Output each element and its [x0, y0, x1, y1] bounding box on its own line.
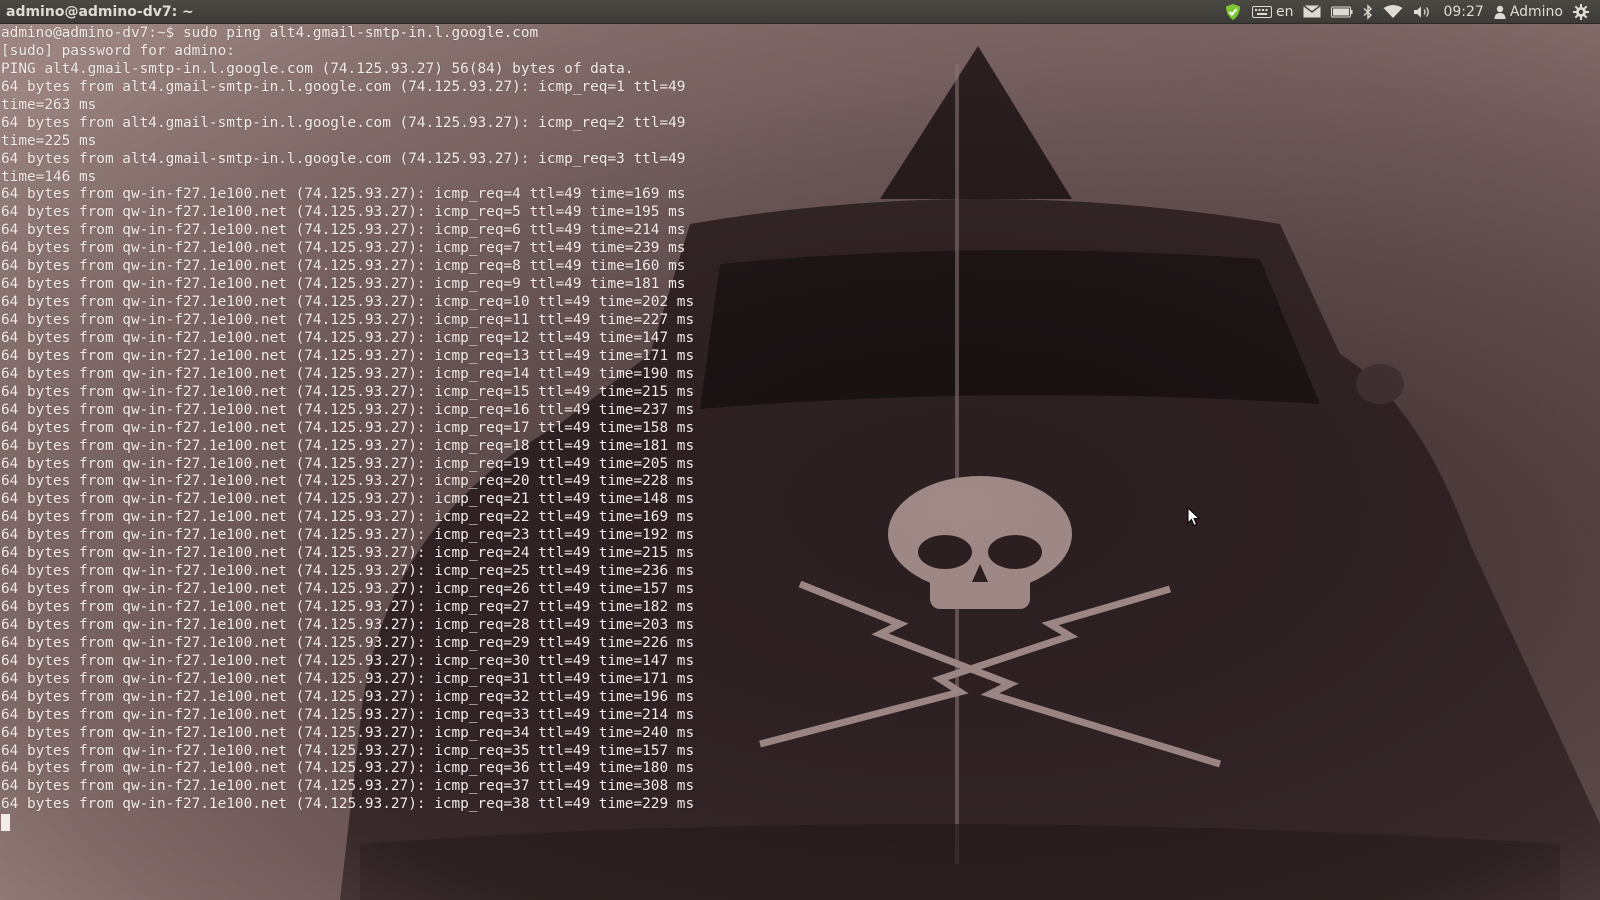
text-cursor	[1, 814, 10, 832]
update-indicator[interactable]	[1219, 0, 1247, 24]
terminal-output-line: 64 bytes from qw-in-f27.1e100.net (74.12…	[1, 616, 695, 633]
user-icon	[1494, 5, 1506, 19]
terminal-output-line: 64 bytes from qw-in-f27.1e100.net (74.12…	[1, 527, 695, 544]
terminal-output-line: 64 bytes from alt4.gmail-smtp-in.l.googl…	[1, 78, 686, 95]
terminal-command-line: admino@admino-dv7:~$ sudo ping alt4.gmai…	[1, 25, 539, 41]
desktop: admino@admino-dv7: ~ en 09:27 Admino adm…	[0, 0, 1600, 900]
terminal-output-line: 64 bytes from qw-in-f27.1e100.net (74.12…	[1, 473, 695, 490]
clock-indicator[interactable]: 09:27	[1438, 0, 1488, 24]
messaging-indicator[interactable]	[1298, 0, 1326, 24]
terminal-output-line: 64 bytes from qw-in-f27.1e100.net (74.12…	[1, 240, 686, 257]
clock-label: 09:27	[1443, 3, 1484, 20]
terminal-output-line: 64 bytes from qw-in-f27.1e100.net (74.12…	[1, 545, 695, 562]
terminal-output-line: 64 bytes from qw-in-f27.1e100.net (74.12…	[1, 509, 695, 526]
terminal-output-line: 64 bytes from qw-in-f27.1e100.net (74.12…	[1, 455, 695, 472]
terminal-output-line: time=225 ms	[1, 132, 97, 149]
sound-indicator[interactable]	[1408, 0, 1438, 24]
terminal-output-line: 64 bytes from qw-in-f27.1e100.net (74.12…	[1, 186, 686, 203]
mouse-pointer-icon	[1187, 507, 1201, 527]
terminal-output[interactable]: admino@admino-dv7:~$ sudo ping alt4.gmai…	[1, 25, 1001, 832]
user-name-label: Admino	[1509, 3, 1563, 20]
terminal-output-line: 64 bytes from qw-in-f27.1e100.net (74.12…	[1, 419, 695, 436]
indicator-area: en 09:27 Admino	[1219, 0, 1600, 24]
terminal-output-line: 64 bytes from qw-in-f27.1e100.net (74.12…	[1, 760, 695, 777]
terminal-output-line: 64 bytes from qw-in-f27.1e100.net (74.12…	[1, 652, 695, 669]
terminal-output-line: 64 bytes from qw-in-f27.1e100.net (74.12…	[1, 670, 695, 687]
bluetooth-indicator[interactable]	[1358, 0, 1378, 24]
update-shield-icon	[1224, 3, 1242, 21]
terminal-output-line: 64 bytes from qw-in-f27.1e100.net (74.12…	[1, 599, 695, 615]
terminal-output-line: time=146 ms	[1, 168, 97, 185]
terminal-output-line: 64 bytes from qw-in-f27.1e100.net (74.12…	[1, 724, 695, 741]
terminal-output-line: 64 bytes from qw-in-f27.1e100.net (74.12…	[1, 491, 695, 508]
user-menu[interactable]: Admino	[1489, 0, 1568, 24]
terminal-output-line: 64 bytes from qw-in-f27.1e100.net (74.12…	[1, 437, 695, 454]
terminal-output-line: 64 bytes from qw-in-f27.1e100.net (74.12…	[1, 634, 695, 651]
keyboard-indicator[interactable]: en	[1247, 0, 1299, 24]
terminal-output-line: 64 bytes from qw-in-f27.1e100.net (74.12…	[1, 563, 695, 580]
terminal-output-line: 64 bytes from qw-in-f27.1e100.net (74.12…	[1, 329, 695, 346]
terminal-output-line: 64 bytes from qw-in-f27.1e100.net (74.12…	[1, 365, 695, 382]
terminal-output-line: 64 bytes from qw-in-f27.1e100.net (74.12…	[1, 347, 695, 364]
terminal-output-line: time=263 ms	[1, 96, 97, 113]
bluetooth-icon	[1363, 3, 1373, 20]
keyboard-icon	[1251, 5, 1272, 19]
terminal-output-line: 64 bytes from qw-in-f27.1e100.net (74.12…	[1, 688, 695, 705]
terminal-output-line: 64 bytes from qw-in-f27.1e100.net (74.12…	[1, 401, 695, 418]
terminal-output-line: 64 bytes from alt4.gmail-smtp-in.l.googl…	[1, 114, 686, 131]
terminal-output-line: 64 bytes from qw-in-f27.1e100.net (74.12…	[1, 258, 686, 275]
terminal-output-line: [sudo] password for admino:	[1, 42, 235, 59]
network-indicator[interactable]	[1378, 0, 1408, 24]
mail-icon	[1303, 5, 1322, 18]
terminal-output-line: 64 bytes from qw-in-f27.1e100.net (74.12…	[1, 581, 695, 598]
keyboard-layout-label: en	[1275, 3, 1294, 20]
terminal-prompt-line[interactable]	[1, 814, 1001, 832]
session-menu[interactable]	[1568, 0, 1594, 24]
wifi-icon	[1383, 4, 1403, 19]
terminal-output-line: 64 bytes from qw-in-f27.1e100.net (74.12…	[1, 742, 695, 759]
terminal-output-line: 64 bytes from qw-in-f27.1e100.net (74.12…	[1, 276, 686, 293]
terminal-output-line: 64 bytes from qw-in-f27.1e100.net (74.12…	[1, 706, 695, 723]
terminal-output-line: PING alt4.gmail-smtp-in.l.google.com (74…	[1, 60, 634, 77]
terminal-output-line: 64 bytes from qw-in-f27.1e100.net (74.12…	[1, 204, 686, 221]
window-title: admino@admino-dv7: ~	[6, 3, 194, 20]
terminal-output-line: 64 bytes from qw-in-f27.1e100.net (74.12…	[1, 312, 695, 328]
terminal-output-line: 64 bytes from qw-in-f27.1e100.net (74.12…	[1, 294, 695, 311]
terminal-output-line: 64 bytes from alt4.gmail-smtp-in.l.googl…	[1, 150, 686, 167]
top-panel: admino@admino-dv7: ~ en 09:27 Admino	[0, 0, 1600, 24]
terminal-output-line: 64 bytes from qw-in-f27.1e100.net (74.12…	[1, 778, 695, 795]
terminal-output-line: 64 bytes from qw-in-f27.1e100.net (74.12…	[1, 796, 695, 813]
terminal-output-line: 64 bytes from qw-in-f27.1e100.net (74.12…	[1, 222, 686, 239]
volume-icon	[1413, 5, 1433, 19]
gear-icon	[1573, 3, 1589, 20]
battery-icon	[1331, 6, 1353, 18]
battery-indicator[interactable]	[1326, 0, 1358, 24]
terminal-output-line: 64 bytes from qw-in-f27.1e100.net (74.12…	[1, 383, 695, 400]
